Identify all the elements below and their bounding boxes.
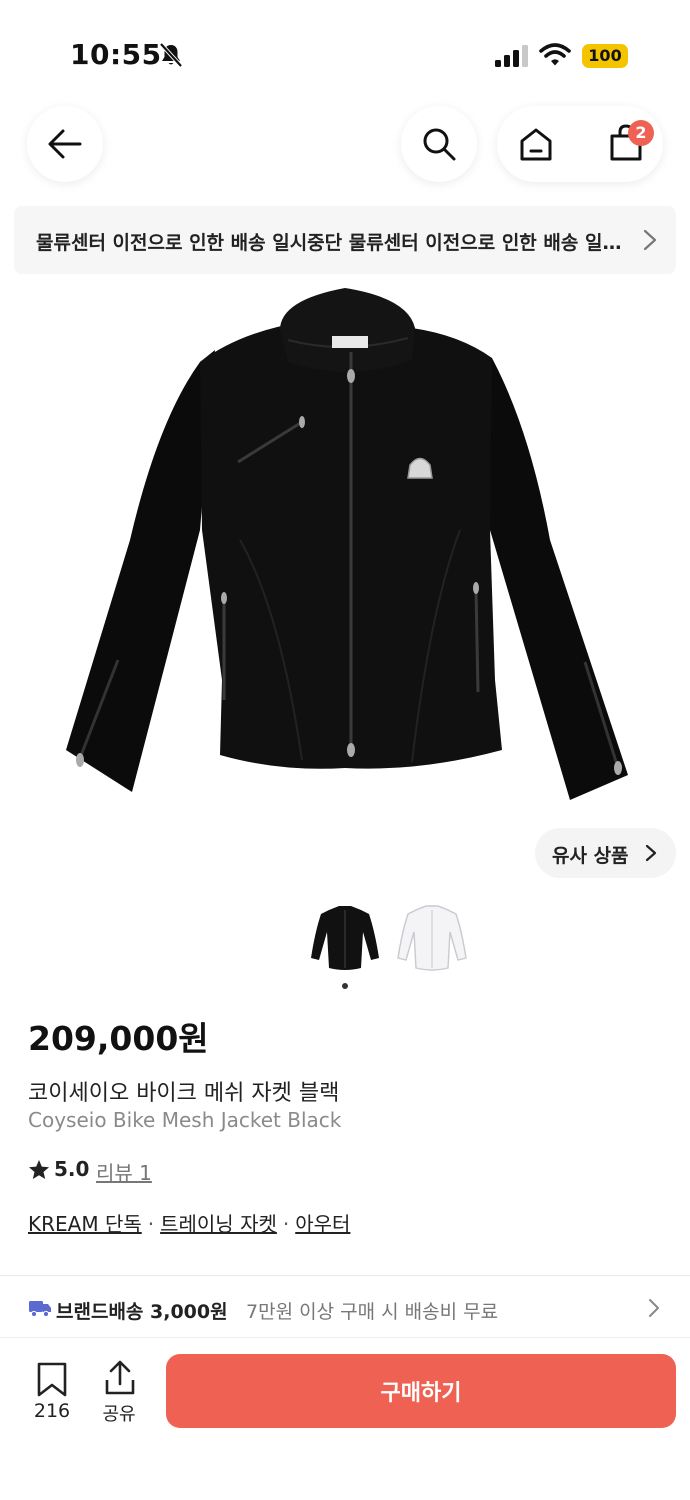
home-button[interactable]	[497, 106, 580, 182]
delivery-info-row[interactable]: 브랜드배송 3,000원 7만원 이상 구매 시 배송비 무료	[0, 1278, 690, 1336]
chevron-right-icon	[649, 1299, 659, 1317]
gallery-page-indicator	[342, 983, 348, 989]
category-links: KREAM 단독 · 트레이닝 자켓 · 아우터	[28, 1208, 350, 1237]
category-link-outer[interactable]: 아우터	[295, 1212, 350, 1236]
product-price: 209,000원	[28, 1019, 209, 1058]
thumbnail-black[interactable]	[305, 898, 385, 978]
chevron-right-icon	[643, 229, 657, 251]
category-separator: ·	[282, 1212, 290, 1236]
similar-products-label: 유사 상품	[552, 845, 629, 867]
cart-button[interactable]	[580, 106, 663, 182]
notice-banner[interactable]: 물류센터 이전으로 인한 배송 일시중단 물류센터 이전으로 인한 배송 일시중…	[14, 206, 676, 274]
buy-button[interactable]: 구매하기	[166, 1354, 676, 1428]
bookmark-count: 216	[33, 1400, 71, 1422]
similar-products-button[interactable]: 유사 상품	[535, 828, 676, 878]
back-button[interactable]	[27, 106, 103, 182]
star-icon	[29, 1160, 49, 1179]
truck-icon	[29, 1301, 51, 1318]
share-icon	[105, 1360, 135, 1395]
rating-value: 5.0	[54, 1157, 90, 1181]
thumbnail-white[interactable]	[392, 898, 472, 978]
search-icon	[423, 128, 456, 161]
home-icon	[520, 128, 552, 161]
bookmark-icon	[37, 1362, 67, 1397]
category-separator: ·	[147, 1212, 155, 1236]
bottom-action-bar: 216 공유 구매하기	[0, 1337, 690, 1500]
product-name-korean: 코이세이오 바이크 메쉬 자켓 블랙	[28, 1081, 340, 1106]
wifi-icon	[539, 43, 571, 66]
back-arrow-icon	[48, 129, 82, 159]
chevron-right-icon	[645, 844, 657, 862]
share-label: 공유	[102, 1404, 136, 1425]
cellular-signal-icon	[495, 45, 528, 67]
notice-text: 물류센터 이전으로 인한 배송 일시중단 물류센터 이전으로 인한 배송 일시중…	[36, 232, 626, 254]
battery-indicator: 100	[582, 44, 628, 68]
bell-muted-icon	[159, 42, 183, 68]
search-button[interactable]	[401, 106, 477, 182]
product-image[interactable]	[40, 280, 650, 820]
section-divider	[0, 1275, 690, 1276]
cart-count-badge: 2	[628, 120, 654, 146]
product-name-english: Coyseio Bike Mesh Jacket Black	[28, 1108, 342, 1132]
review-link[interactable]: 리뷰 1	[96, 1157, 152, 1186]
delivery-fee-label: 브랜드배송 3,000원	[56, 1301, 228, 1323]
share-button[interactable]: 공유	[96, 1360, 142, 1430]
status-time: 10:55	[70, 38, 162, 71]
bookmark-button[interactable]: 216	[26, 1360, 78, 1430]
category-link-kream-exclusive[interactable]: KREAM 단독	[28, 1212, 142, 1236]
category-link-training-jacket[interactable]: 트레이닝 자켓	[160, 1212, 277, 1236]
status-bar: 10:55 100	[0, 0, 690, 100]
delivery-free-note: 7만원 이상 구매 시 배송비 무료	[246, 1301, 499, 1323]
